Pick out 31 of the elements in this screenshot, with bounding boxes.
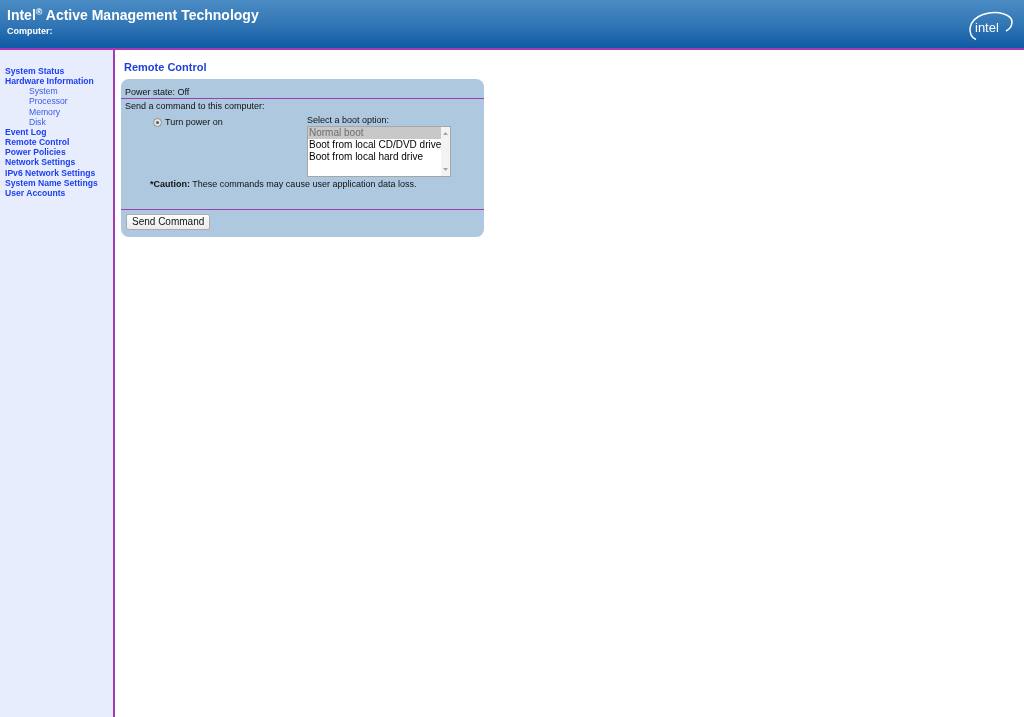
sidebar-link[interactable]: User Accounts [5, 187, 66, 199]
command-prompt: Send a command to this computer: [125, 101, 265, 111]
sidebar-sublink[interactable]: Processor [29, 96, 68, 107]
boot-option-label: Select a boot option: [307, 115, 390, 126]
sidebar-link[interactable]: System Name Settings [5, 177, 98, 188]
page-title: Remote Control [124, 61, 207, 74]
sidebar-link[interactable]: Event Log [5, 126, 47, 138]
power-state-text: Power state: Off [125, 87, 190, 97]
scroll-up-icon[interactable] [443, 132, 449, 135]
scrollbar[interactable] [441, 127, 450, 176]
caution-text: *Caution: These commands may cause user application data loss. [150, 179, 417, 189]
app-title: Intel$^{®}$ Active Management Technology [7, 7, 259, 24]
sidebar-link[interactable]: Remote Control [5, 137, 70, 148]
sidebar-link[interactable]: Network Settings [5, 157, 76, 168]
sidebar-link[interactable]: IPv6 Network Settings [5, 167, 96, 178]
sidebar-sublink[interactable]: Memory [29, 106, 61, 117]
computer-label: Computer: [7, 26, 53, 37]
list-option[interactable]: Normal boot [308, 127, 442, 139]
boot-option-list[interactable]: Normal boot Boot from local CD/DVD drive Boot from local hard drive [307, 126, 451, 177]
brand-logo: intel [967, 11, 1013, 41]
sidebar-sublink[interactable]: Disk [29, 116, 46, 127]
scroll-down-icon[interactable] [443, 168, 449, 171]
list-option[interactable]: Boot from local hard drive [308, 151, 442, 163]
radio-label: Turn power on [165, 116, 223, 128]
send-command-button[interactable]: Send Command [126, 214, 211, 230]
radio-button[interactable] [153, 117, 162, 127]
sidebar-sublink[interactable]: System [29, 86, 58, 97]
sidebar-link[interactable]: Hardware Information [5, 76, 94, 87]
sidebar-link[interactable]: System Status [5, 66, 65, 77]
list-option[interactable]: Boot from local CD/DVD drive [308, 139, 442, 151]
sidebar-link[interactable]: Power Policies [5, 147, 66, 158]
